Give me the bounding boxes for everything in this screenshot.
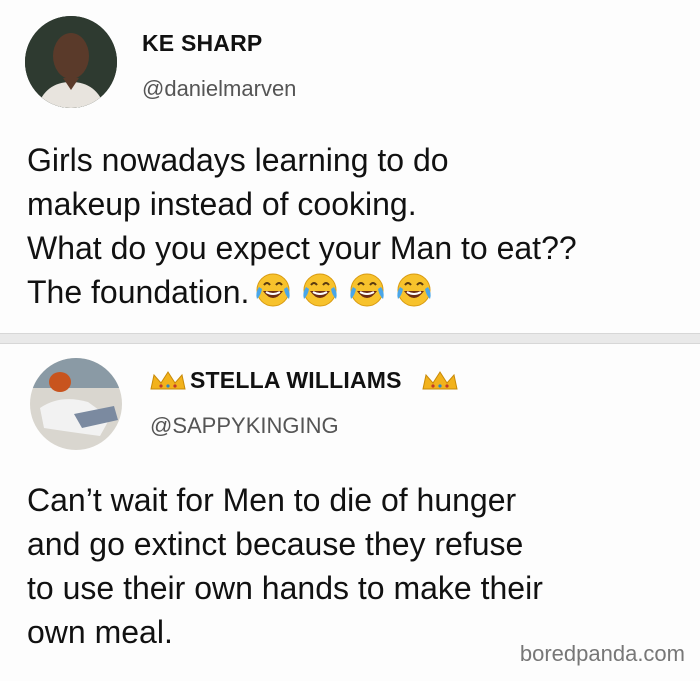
tweet-line: makeup instead of cooking. [27, 186, 417, 222]
user-handle[interactable]: @danielmarven [142, 76, 296, 102]
face-with-tears-of-joy-icon [253, 271, 293, 309]
display-name[interactable]: STELLA WILLIAMS [190, 367, 402, 394]
tweet-line: to use their own hands to make their [27, 570, 543, 606]
user-photo-icon [25, 16, 117, 108]
crown-icon [148, 369, 188, 393]
face-with-tears-of-joy-icon [394, 271, 434, 309]
tweet-line: and go extinct because they refuse [27, 526, 524, 562]
display-name[interactable]: KE SHARP [142, 30, 262, 57]
avatar[interactable] [30, 358, 122, 450]
tweet-card-1: KE SHARP @danielmarven Girls nowadays le… [0, 0, 700, 333]
face-with-tears-of-joy-icon [300, 271, 340, 309]
emoji-row [253, 271, 441, 320]
user-handle[interactable]: @SAPPYKINGING [150, 413, 339, 439]
tweet-text: Can’t wait for Men to die of hunger and … [27, 478, 692, 654]
crown-icon [420, 369, 460, 393]
tweet-text: Girls nowadays learning to do makeup ins… [27, 138, 692, 320]
tweet-line: Can’t wait for Men to die of hunger [27, 482, 517, 518]
divider [0, 333, 700, 344]
user-photo-icon [30, 358, 122, 450]
tweet-line-text: The foundation. [27, 274, 250, 310]
face-with-tears-of-joy-icon [347, 271, 387, 309]
tweet-line: What do you expect your Man to eat?? [27, 230, 577, 266]
tweet-line-last: The foundation. [27, 270, 692, 320]
watermark: boredpanda.com [519, 641, 685, 666]
avatar[interactable] [25, 16, 117, 108]
tweet-line: Girls nowadays learning to do [27, 142, 449, 178]
